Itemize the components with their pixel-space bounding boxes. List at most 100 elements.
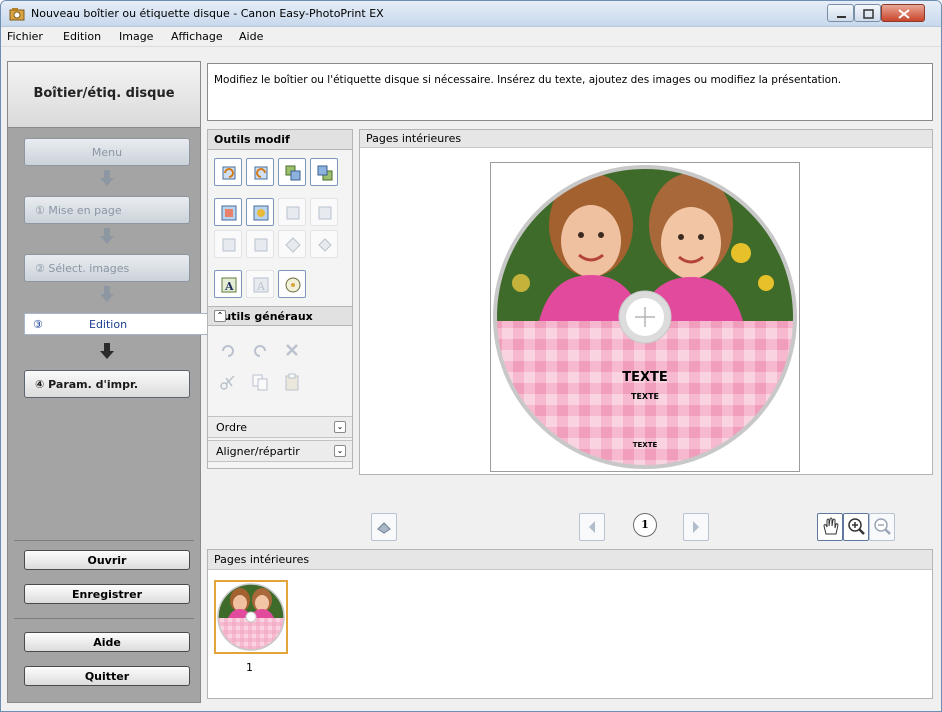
background-button[interactable] [246,230,274,258]
triangle-right-icon [693,521,699,533]
disc-text-bottom[interactable]: TEXTE [633,441,658,449]
open-button[interactable]: Ouvrir [24,550,190,570]
app-icon [9,8,25,21]
step-edit-label: Edition [89,318,128,331]
rotate-right-button[interactable] [246,158,274,186]
preview-header: Pages intérieures [360,130,932,148]
fill-button[interactable] [310,230,338,258]
image-adjust-button[interactable] [310,198,338,226]
disc-text-small[interactable]: TEXTE [631,392,659,401]
close-button[interactable] [881,4,925,22]
image-adjust-icon [318,206,332,220]
grid-button[interactable] [214,230,242,258]
instruction-text: Modifiez le boîtier ou l'étiquette disqu… [214,74,842,86]
preview-title: Pages intérieures [366,132,462,145]
save-button[interactable]: Enregistrer [24,584,190,604]
send-back-button[interactable] [310,158,338,186]
disc-label-svg[interactable]: TEXTE TEXTE TEXTE [491,163,799,471]
help-button[interactable]: Aide [24,632,190,652]
image-effect-icon [253,205,269,221]
disc-text-large[interactable]: TEXTE [622,370,668,385]
prev-page-button[interactable] [579,513,605,541]
rotate-left-icon [222,166,236,180]
help-label: Aide [93,636,121,649]
arrow-down-icon [100,286,114,302]
step-menu-label: Menu [91,146,123,159]
grid-icon [222,238,236,252]
crop-button[interactable] [278,198,306,226]
edit-tools-title: Outils modif [214,133,290,146]
shape-button[interactable] [278,230,306,258]
arrow-down-icon [100,228,114,244]
close-icon [898,9,910,19]
next-page-button[interactable] [683,513,709,541]
thumbnail-title: Pages intérieures [214,553,310,566]
svg-text:A: A [256,280,266,293]
app-window: Nouveau boîtier ou étiquette disque - Ca… [0,0,942,712]
undo-icon [222,345,234,357]
shape-icon [285,237,301,253]
preview-panel: Pages intérieures TEXTE TEXTE TEXTE [359,129,933,475]
zoom-in-button[interactable] [843,513,869,541]
step-layout-button[interactable]: ① Mise en page [24,196,190,224]
thumbnail-panel: Pages intérieures 1 [207,549,933,699]
step-menu-button[interactable]: Menu [24,138,190,166]
arrow-down-icon [100,343,114,359]
step-layout-label: ① Mise en page [35,204,122,217]
triangle-left-icon [589,521,595,533]
maximize-button[interactable] [854,4,881,22]
menu-image[interactable]: Image [119,30,153,43]
thumbnail-item[interactable] [214,580,288,654]
align-section[interactable]: Aligner/répartir ⌄ [208,440,352,462]
step-edit-active[interactable]: ③ Edition [24,313,208,335]
chevron-down-icon[interactable]: ⌄ [334,445,346,457]
scissors-icon [220,375,235,390]
quit-button[interactable]: Quitter [24,666,190,686]
undo-button[interactable] [214,336,242,364]
page-number: 1 [633,513,657,537]
step-select-images-button[interactable]: ② Sélect. images [24,254,190,282]
chevron-up-icon[interactable]: ⌃ [214,310,226,322]
hand-tool-button[interactable] [817,513,843,541]
menu-bar: Fichier Edition Image Affichage Aide [1,27,941,47]
step-print-settings-button[interactable]: ④ Param. d'impr. [24,370,190,398]
cut-button[interactable] [214,368,242,396]
thumbnail-disc [217,583,285,651]
vertical-text-icon: A [253,277,269,293]
fill-icon [318,238,332,252]
menu-fichier[interactable]: Fichier [7,30,43,43]
sidebar-title: Boîtier/étiq. disque [33,86,175,101]
chevron-down-icon[interactable]: ⌄ [334,421,346,433]
title-bar: Nouveau boîtier ou étiquette disque - Ca… [1,1,941,27]
paste-button[interactable] [278,368,306,396]
vertical-text-button[interactable]: A [246,270,274,298]
rotate-left-button[interactable] [214,158,242,186]
bring-front-icon [285,165,301,181]
hand-icon [823,517,839,535]
add-text-button[interactable]: A [214,270,242,298]
order-section[interactable]: Ordre ⌄ [208,416,352,438]
thumbnail-label: 1 [246,661,253,674]
minimize-icon [837,16,846,18]
edit-tools-header: Outils modif [208,130,352,150]
image-effect-button[interactable] [246,198,274,226]
circle-text-button[interactable] [278,270,306,298]
redo-button[interactable] [246,336,274,364]
disc-canvas[interactable]: TEXTE TEXTE TEXTE [490,162,800,472]
image-frame-button[interactable] [214,198,242,226]
minimize-button[interactable] [827,4,854,22]
bring-front-button[interactable] [278,158,306,186]
copy-button[interactable] [246,368,274,396]
menu-aide[interactable]: Aide [239,30,263,43]
zoom-out-button[interactable] [869,513,895,541]
step-print-label: ④ Param. d'impr. [35,378,139,391]
menu-edition[interactable]: Edition [63,30,101,43]
menu-affichage[interactable]: Affichage [171,30,223,43]
align-label: Aligner/répartir [216,445,300,458]
print-preview-button[interactable] [371,513,397,541]
copy-icon [252,374,268,391]
delete-button[interactable] [278,336,306,364]
crop-icon [286,206,300,220]
delete-icon [286,344,298,356]
text-icon: A [221,277,237,293]
